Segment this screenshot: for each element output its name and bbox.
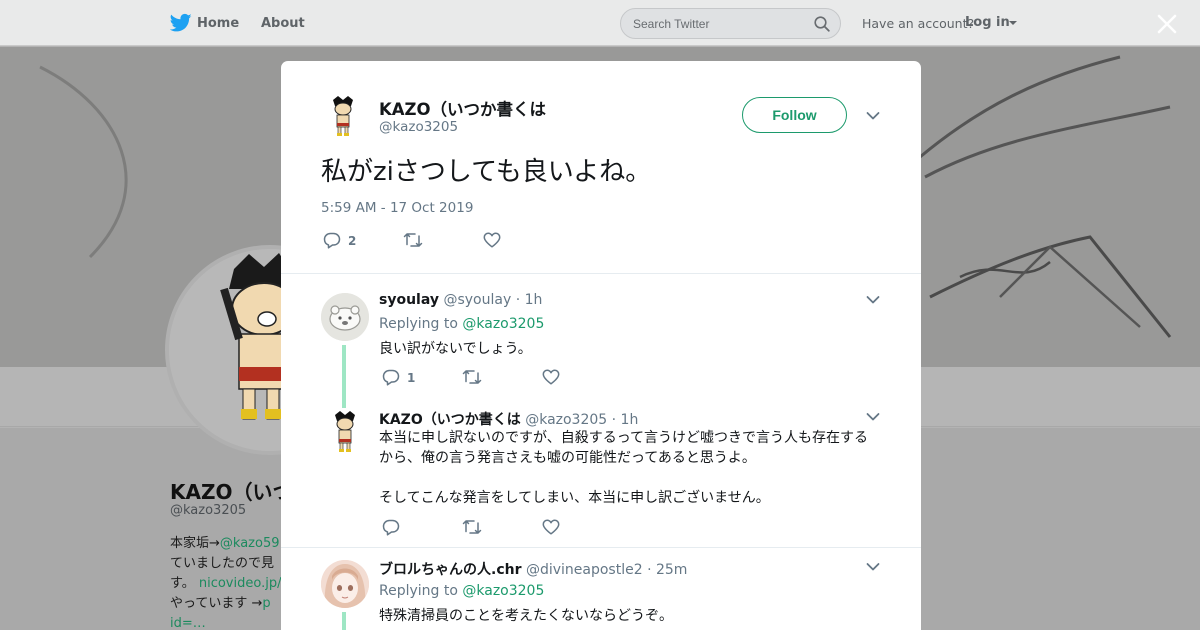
reply-tweet: ブロルちゃんの人.chr @divineapostle2 · 25m Reply… — [281, 556, 921, 630]
reply-text: 特殊清掃員のことを考えたくないならどうぞ。 — [379, 608, 673, 624]
reply-avatar[interactable] — [321, 408, 369, 456]
reply-time[interactable]: · 1h — [516, 292, 543, 308]
reply-author-name[interactable]: syoulay — [379, 292, 439, 308]
reply-time[interactable]: · 25m — [647, 562, 687, 578]
avatar-illustration — [321, 293, 369, 341]
chevron-down-icon[interactable] — [866, 295, 880, 305]
retweet-button[interactable] — [403, 232, 423, 248]
reply-avatar[interactable] — [321, 560, 369, 608]
avatar-illustration — [321, 560, 369, 608]
profile-bio: 本家垢→@kazo59 ていましたので見 す。 nicovideo.jp/ やっ… — [170, 534, 290, 630]
like-button[interactable] — [542, 369, 560, 385]
follow-button[interactable]: Follow — [742, 97, 847, 133]
replying-label: Replying to — [379, 583, 458, 599]
thread-line — [342, 345, 346, 409]
replying-label: Replying to — [379, 316, 458, 332]
bio-text: す。 — [170, 576, 195, 591]
heart-icon — [483, 232, 501, 248]
reply-avatar[interactable] — [321, 293, 369, 341]
reply-count: 1 — [407, 370, 416, 385]
reply-time[interactable]: · 1h — [612, 412, 639, 428]
divider — [281, 547, 921, 548]
author-name[interactable]: KAZO（いつか書くは — [379, 96, 546, 120]
nav-about-link[interactable]: About — [261, 16, 305, 31]
reply-author-name[interactable]: KAZO（いつか書くは — [379, 412, 521, 428]
tweet-modal: KAZO（いつか書くは @kazo3205 Follow 私がziさつしても良い… — [281, 61, 921, 630]
heart-icon — [542, 519, 560, 535]
thread-line — [342, 612, 346, 630]
like-button[interactable] — [483, 232, 501, 248]
tweet-actions: 2 — [323, 232, 543, 252]
reply-header: KAZO（いつか書くは @kazo3205 · 1h — [379, 409, 638, 429]
search-input[interactable] — [621, 9, 801, 38]
chevron-down-icon[interactable] — [866, 412, 880, 422]
close-icon[interactable] — [1155, 12, 1179, 36]
bio-text: やっています → — [170, 596, 263, 611]
chevron-down-icon[interactable] — [866, 111, 880, 121]
reply-author-name[interactable]: ブロルちゃんの人.chr — [379, 562, 522, 578]
retweet-icon — [462, 370, 482, 384]
reply-button[interactable]: 1 — [382, 369, 415, 386]
reply-text-line: 本当に申し訳ないのですが、自殺するって言うけど嘘つきで言う人も存在する — [379, 430, 869, 446]
reply-actions — [382, 519, 602, 539]
replying-to: Replying to @kazo3205 — [379, 316, 544, 332]
reply-author-handle[interactable]: @divineapostle2 — [526, 562, 643, 578]
bio-link[interactable]: p — [262, 596, 270, 611]
reply-text-line: そしてこんな発言をしてしまい、本当に申し訳ございません。 — [379, 490, 770, 506]
mention-link[interactable]: @kazo3205 — [462, 583, 544, 599]
divider — [281, 273, 921, 274]
bio-link[interactable]: nicovideo.jp/ — [199, 576, 282, 591]
reply-icon — [382, 519, 400, 536]
reply-actions: 1 — [382, 369, 602, 389]
heart-icon — [542, 369, 560, 385]
author-avatar[interactable] — [321, 94, 365, 138]
reply-header: syoulay @syoulay · 1h — [379, 292, 542, 308]
reply-icon — [382, 369, 400, 386]
reply-author-handle[interactable]: @kazo3205 — [525, 412, 607, 428]
profile-handle: @kazo3205 — [170, 503, 247, 518]
like-button[interactable] — [542, 519, 560, 535]
reply-author-handle[interactable]: @syoulay — [443, 292, 511, 308]
reply-tweet: syoulay @syoulay · 1h Replying to @kazo3… — [281, 289, 921, 409]
caret-down-icon[interactable] — [1009, 21, 1017, 25]
author-handle[interactable]: @kazo3205 — [379, 119, 458, 135]
reply-count: 2 — [348, 233, 357, 248]
chevron-down-icon[interactable] — [866, 562, 880, 572]
retweet-button[interactable] — [462, 519, 482, 535]
reply-button[interactable] — [382, 519, 400, 536]
tweet-timestamp[interactable]: 5:59 AM - 17 Oct 2019 — [321, 200, 473, 216]
mention-link[interactable]: @kazo3205 — [462, 316, 544, 332]
reply-text-line: から、俺の言う発言さえも嘘の可能性だってあると思うよ。 — [379, 450, 756, 466]
search-box — [620, 8, 841, 39]
reply-tweet: KAZO（いつか書くは @kazo3205 · 1h 本当に申し訳ないのですが、… — [281, 406, 921, 546]
reply-icon — [323, 232, 341, 249]
nav-home-link[interactable]: Home — [197, 16, 239, 31]
bio-text: ていましたので見 — [170, 556, 275, 571]
bio-link[interactable]: id=… — [170, 616, 206, 630]
profile-name: KAZO（いつ — [170, 480, 293, 504]
replying-to: Replying to @kazo3205 — [379, 583, 544, 599]
reply-text: 本当に申し訳ないのですが、自殺するって言うけど嘘つきで言う人も存在する から、俺… — [379, 428, 879, 508]
have-account-text: Have an account? — [862, 16, 975, 31]
retweet-icon — [403, 233, 423, 247]
tweet-text: 私がziさつしても良いよね。 — [321, 157, 652, 187]
twitter-bird-icon[interactable] — [170, 13, 192, 33]
retweet-icon — [462, 520, 482, 534]
retweet-button[interactable] — [462, 369, 482, 385]
top-nav: Home About Have an account? Log in — [0, 0, 1200, 46]
login-button[interactable]: Log in — [965, 15, 1010, 30]
bio-text: 本家垢→ — [170, 536, 220, 551]
reply-button[interactable]: 2 — [323, 232, 356, 249]
reply-header: ブロルちゃんの人.chr @divineapostle2 · 25m — [379, 559, 687, 579]
bio-link[interactable]: @kazo59 — [220, 536, 280, 551]
search-icon[interactable] — [814, 16, 830, 32]
reply-text: 良い訳がないでしょう。 — [379, 341, 532, 357]
